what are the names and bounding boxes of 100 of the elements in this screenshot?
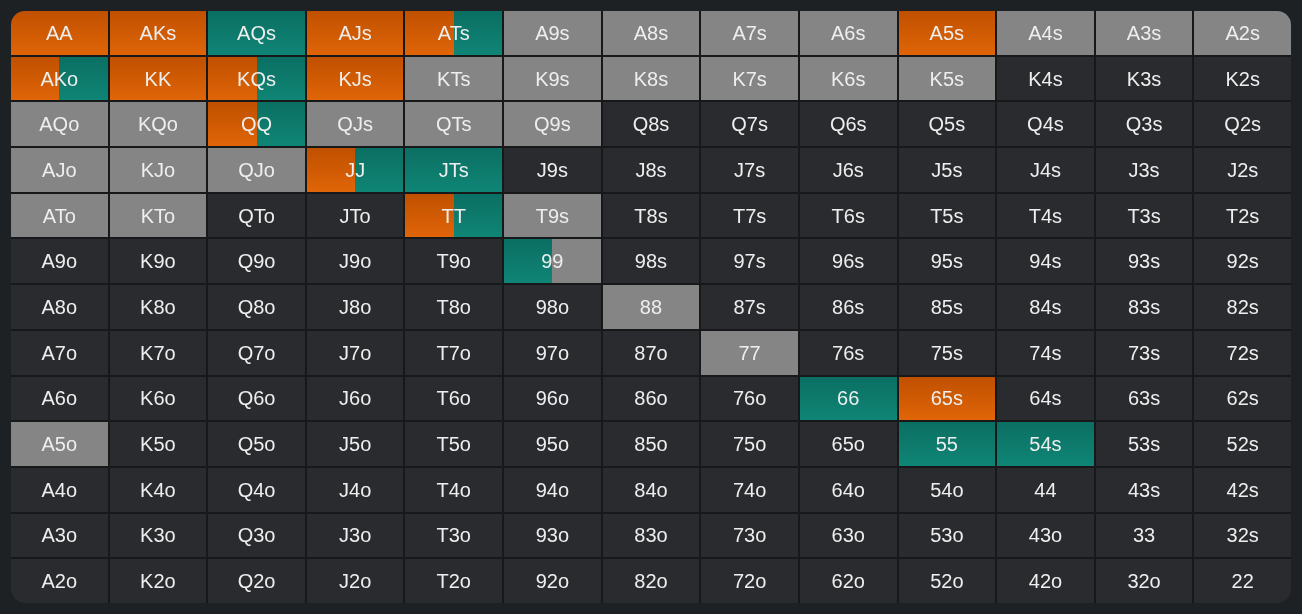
hand-cell[interactable]: A8o	[11, 285, 108, 329]
hand-cell[interactable]: T6s	[799, 193, 897, 238]
hand-cell[interactable]: 65s	[898, 376, 996, 421]
hand-cell[interactable]: AQs	[208, 11, 305, 55]
hand-cell[interactable]: T3o	[405, 513, 503, 558]
hand-cell[interactable]: AKs	[109, 11, 207, 55]
hand-cell[interactable]: Q3s	[1095, 102, 1193, 147]
hand-cell[interactable]: 32s	[1194, 513, 1291, 558]
hand-cell[interactable]: 54o	[898, 467, 996, 512]
hand-cell[interactable]: 96o	[504, 376, 601, 421]
hand-cell[interactable]: K3s	[1095, 56, 1193, 101]
hand-cell[interactable]: 86o	[602, 376, 700, 421]
hand-cell[interactable]: K6o	[109, 376, 207, 421]
hand-cell[interactable]: K4s	[997, 56, 1094, 101]
hand-cell[interactable]: Q5o	[208, 422, 305, 466]
hand-cell[interactable]: 75s	[898, 330, 996, 375]
hand-cell[interactable]: 33	[1095, 513, 1193, 558]
hand-cell[interactable]: 85s	[898, 285, 996, 329]
hand-cell[interactable]: 76s	[799, 330, 897, 375]
hand-cell[interactable]: 85o	[602, 422, 700, 466]
hand-cell[interactable]: K4o	[109, 467, 207, 512]
hand-cell[interactable]: 84s	[997, 285, 1094, 329]
hand-cell[interactable]: K8o	[109, 285, 207, 329]
hand-cell[interactable]: J4o	[306, 467, 404, 512]
hand-cell[interactable]: T4s	[997, 193, 1094, 238]
hand-cell[interactable]: A6o	[11, 376, 108, 421]
hand-cell[interactable]: T6o	[405, 376, 503, 421]
hand-cell[interactable]: J2s	[1194, 148, 1291, 192]
hand-cell[interactable]: KQs	[208, 56, 305, 101]
hand-cell[interactable]: Q7s	[701, 102, 798, 147]
hand-cell[interactable]: 96s	[799, 239, 897, 284]
hand-cell[interactable]: T9o	[405, 239, 503, 284]
hand-cell[interactable]: T5o	[405, 422, 503, 466]
hand-cell[interactable]: 43o	[997, 513, 1094, 558]
hand-cell[interactable]: 95o	[504, 422, 601, 466]
hand-cell[interactable]: 73s	[1095, 330, 1193, 375]
hand-cell[interactable]: 92s	[1194, 239, 1291, 284]
hand-cell[interactable]: A7o	[11, 330, 108, 375]
hand-cell[interactable]: J2o	[306, 559, 404, 603]
hand-cell[interactable]: K7o	[109, 330, 207, 375]
hand-cell[interactable]: 94o	[504, 467, 601, 512]
hand-cell[interactable]: 22	[1194, 559, 1291, 603]
hand-cell[interactable]: J8s	[602, 148, 700, 192]
hand-cell[interactable]: 55	[898, 422, 996, 466]
hand-cell[interactable]: QTo	[208, 193, 305, 238]
hand-cell[interactable]: 95s	[898, 239, 996, 284]
hand-cell[interactable]: J8o	[306, 285, 404, 329]
hand-cell[interactable]: A4o	[11, 467, 108, 512]
hand-cell[interactable]: 42o	[997, 559, 1094, 603]
hand-cell[interactable]: T2o	[405, 559, 503, 603]
hand-cell[interactable]: T7o	[405, 330, 503, 375]
hand-cell[interactable]: 84o	[602, 467, 700, 512]
hand-cell[interactable]: J9s	[504, 148, 601, 192]
hand-cell[interactable]: 98o	[504, 285, 601, 329]
hand-cell[interactable]: 62o	[799, 559, 897, 603]
hand-cell[interactable]: JTo	[306, 193, 404, 238]
hand-cell[interactable]: K2s	[1194, 56, 1291, 101]
hand-cell[interactable]: 42s	[1194, 467, 1291, 512]
hand-cell[interactable]: 64s	[997, 376, 1094, 421]
hand-cell[interactable]: 63o	[799, 513, 897, 558]
hand-cell[interactable]: 93o	[504, 513, 601, 558]
hand-cell[interactable]: 87o	[602, 330, 700, 375]
hand-cell[interactable]: T4o	[405, 467, 503, 512]
hand-cell[interactable]: 93s	[1095, 239, 1193, 284]
hand-cell[interactable]: Q8s	[602, 102, 700, 147]
hand-cell[interactable]: T3s	[1095, 193, 1193, 238]
hand-cell[interactable]: J3o	[306, 513, 404, 558]
hand-cell[interactable]: 54s	[997, 422, 1094, 466]
hand-cell[interactable]: Q5s	[898, 102, 996, 147]
hand-cell[interactable]: AKo	[11, 56, 108, 101]
hand-cell[interactable]: J3s	[1095, 148, 1193, 192]
hand-cell[interactable]: 72s	[1194, 330, 1291, 375]
hand-cell[interactable]: T8o	[405, 285, 503, 329]
hand-cell[interactable]: 86s	[799, 285, 897, 329]
hand-cell[interactable]: T7s	[701, 193, 798, 238]
hand-cell[interactable]: K9o	[109, 239, 207, 284]
hand-cell[interactable]: Q2s	[1194, 102, 1291, 147]
hand-cell[interactable]: Q9o	[208, 239, 305, 284]
hand-cell[interactable]: J9o	[306, 239, 404, 284]
hand-cell[interactable]: 92o	[504, 559, 601, 603]
hand-cell[interactable]: 94s	[997, 239, 1094, 284]
hand-cell[interactable]: J5o	[306, 422, 404, 466]
hand-cell[interactable]: 98s	[602, 239, 700, 284]
hand-cell[interactable]: Q6o	[208, 376, 305, 421]
hand-cell[interactable]: J7s	[701, 148, 798, 192]
hand-cell[interactable]: 53s	[1095, 422, 1193, 466]
hand-cell[interactable]: 52s	[1194, 422, 1291, 466]
hand-cell[interactable]: 66	[799, 376, 897, 421]
hand-cell[interactable]: 82s	[1194, 285, 1291, 329]
hand-cell[interactable]: 72o	[701, 559, 798, 603]
hand-cell[interactable]: Q2o	[208, 559, 305, 603]
hand-cell[interactable]: JTs	[405, 148, 503, 192]
hand-cell[interactable]: J5s	[898, 148, 996, 192]
hand-cell[interactable]: T8s	[602, 193, 700, 238]
hand-cell[interactable]: T5s	[898, 193, 996, 238]
hand-cell[interactable]: Q7o	[208, 330, 305, 375]
hand-cell[interactable]: J6s	[799, 148, 897, 192]
hand-cell[interactable]: J6o	[306, 376, 404, 421]
hand-cell[interactable]: 62s	[1194, 376, 1291, 421]
hand-cell[interactable]: J7o	[306, 330, 404, 375]
